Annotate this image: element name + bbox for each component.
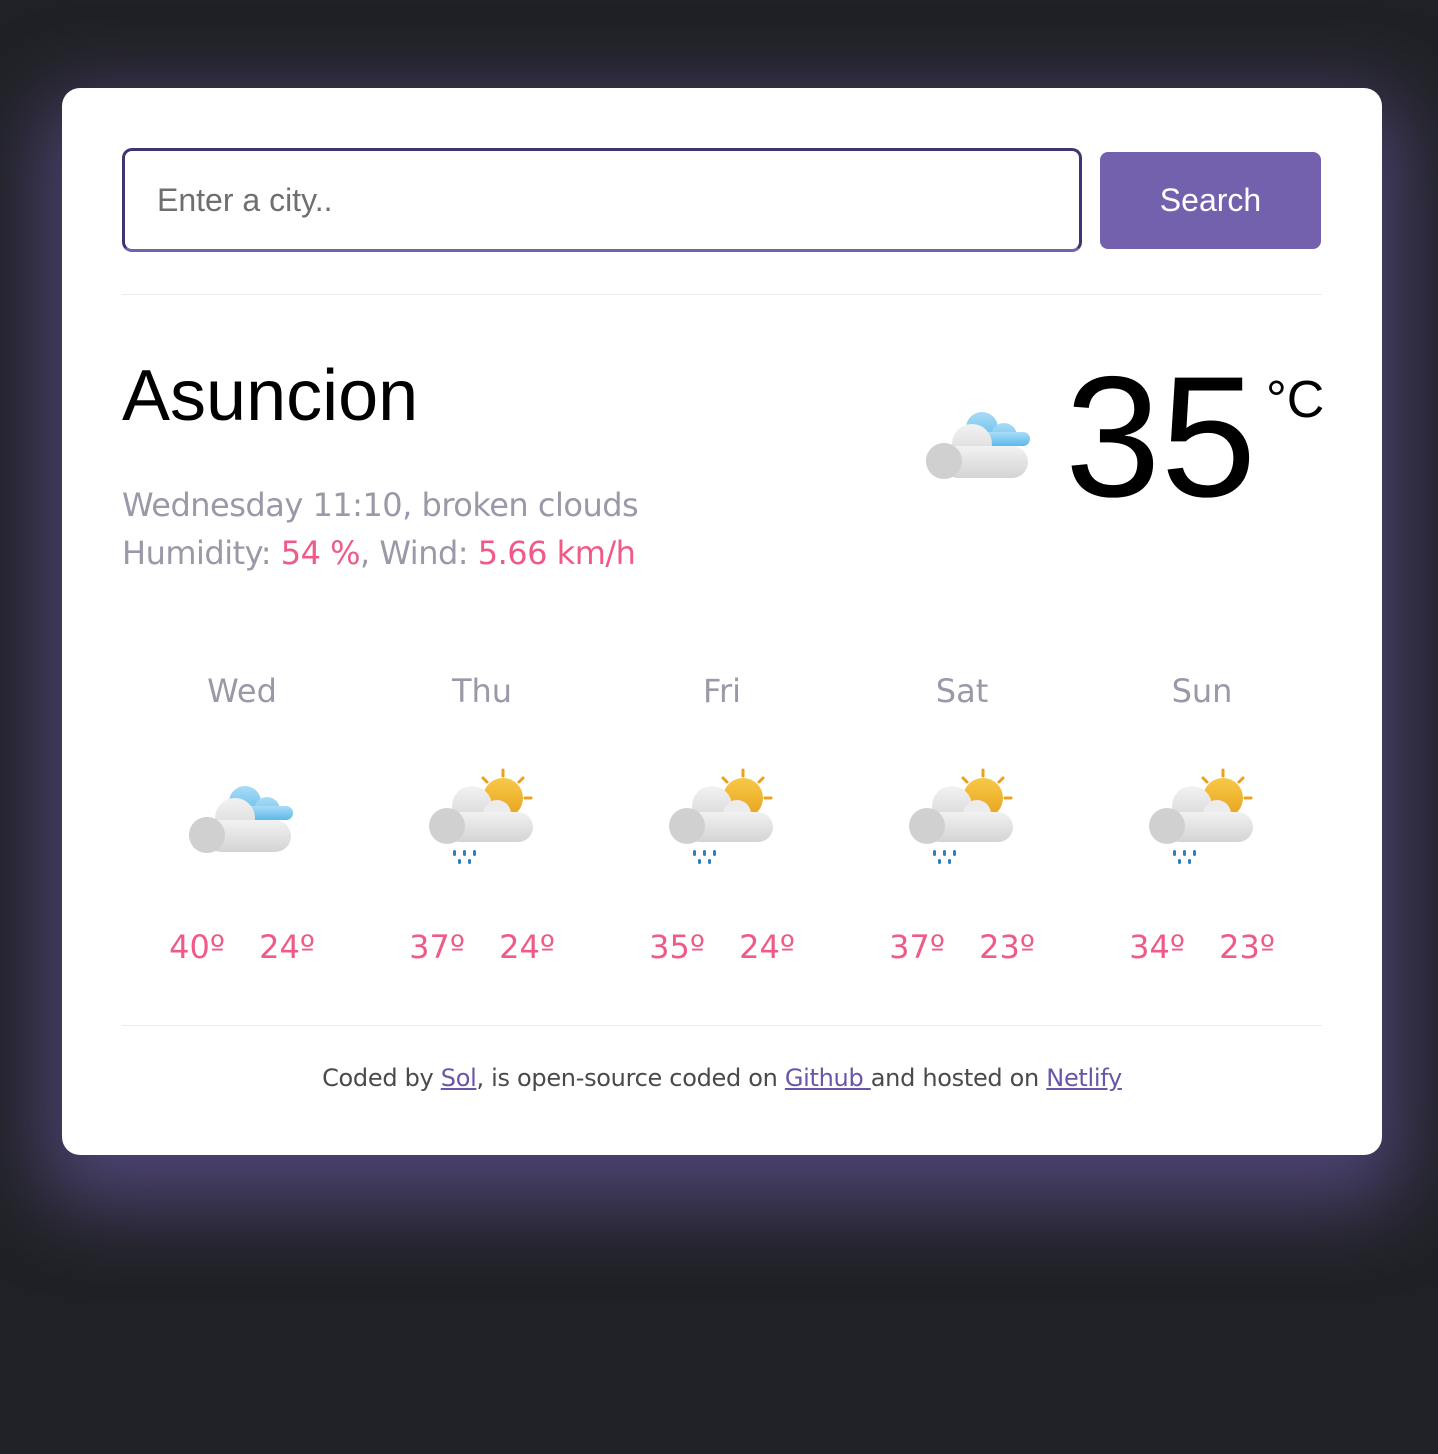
broken-clouds-icon [924,406,1034,486]
footer-middle: , is open-source coded on [476,1064,785,1092]
forecast-min-temp: 24º [499,928,555,966]
weather-card: Search Asuncion Wednesday 11:10, broken … [62,88,1382,1155]
github-link[interactable]: Github [785,1064,871,1092]
forecast-temps: 37º 23º [842,928,1082,966]
forecast-temps: 40º 24º [122,928,362,966]
forecast-min-temp: 24º [259,928,315,966]
city-name: Asuncion [122,356,419,436]
footer: Coded by Sol, is open-source coded on Gi… [122,1064,1322,1092]
humidity-label: Humidity: [122,534,272,572]
forecast-day: Sat 37º 23º [842,668,1082,968]
current-temperature: 35 [1065,341,1257,533]
date-description-line: Wednesday 11:10, broken clouds [122,486,639,524]
author-link[interactable]: Sol [441,1064,477,1092]
weather-description: broken clouds [421,486,639,524]
humidity-value: 54 % [280,534,361,572]
broken-clouds-icon [187,780,297,860]
forecast-max-temp: 37º [889,928,945,966]
forecast-min-temp: 23º [1219,928,1275,966]
forecast-day: Thu 37º 24º [362,668,602,968]
comma-separator: , [402,486,422,524]
forecast-row: Wed 40º 24º Thu 37º 24º Fri 35º 24º Sat 37º… [122,668,1322,968]
search-form: Search [122,148,1322,252]
comma-separator: , [360,534,380,572]
forecast-day-name: Sun [1171,672,1233,710]
forecast-day: Fri 35º 24º [602,668,842,968]
forecast-day-name: Fri [702,672,742,710]
forecast-temps: 34º 23º [1082,928,1322,966]
forecast-min-temp: 24º [739,928,795,966]
current-datetime: Wednesday 11:10 [122,486,403,524]
forecast-max-temp: 34º [1129,928,1185,966]
temperature-unit[interactable]: °C [1266,374,1324,426]
humidity-wind-line: Humidity: 54 %, Wind: 5.66 km/h [122,534,636,572]
forecast-max-temp: 35º [649,928,705,966]
netlify-link[interactable]: Netlify [1046,1064,1122,1092]
footer-middle2: and hosted on [870,1064,1047,1092]
sun-rain-cloud-icon [907,768,1017,868]
top-divider [122,294,1322,295]
wind-label: Wind: [379,534,469,572]
forecast-max-temp: 40º [169,928,225,966]
forecast-day-name: Sat [935,672,989,710]
sun-rain-cloud-icon [1147,768,1257,868]
forecast-day-name: Wed [207,672,277,710]
wind-value: 5.66 km/h [477,534,636,572]
forecast-temps: 35º 24º [602,928,842,966]
forecast-day-name: Thu [451,672,513,710]
search-button[interactable]: Search [1100,152,1321,249]
city-search-input[interactable] [122,148,1082,252]
sun-rain-cloud-icon [427,768,537,868]
forecast-max-temp: 37º [409,928,465,966]
bottom-divider [122,1025,1322,1026]
footer-prefix: Coded by [322,1064,441,1092]
forecast-min-temp: 23º [979,928,1035,966]
sun-rain-cloud-icon [667,768,777,868]
forecast-temps: 37º 24º [362,928,602,966]
forecast-day: Sun 34º 23º [1082,668,1322,968]
forecast-day: Wed 40º 24º [122,668,362,968]
